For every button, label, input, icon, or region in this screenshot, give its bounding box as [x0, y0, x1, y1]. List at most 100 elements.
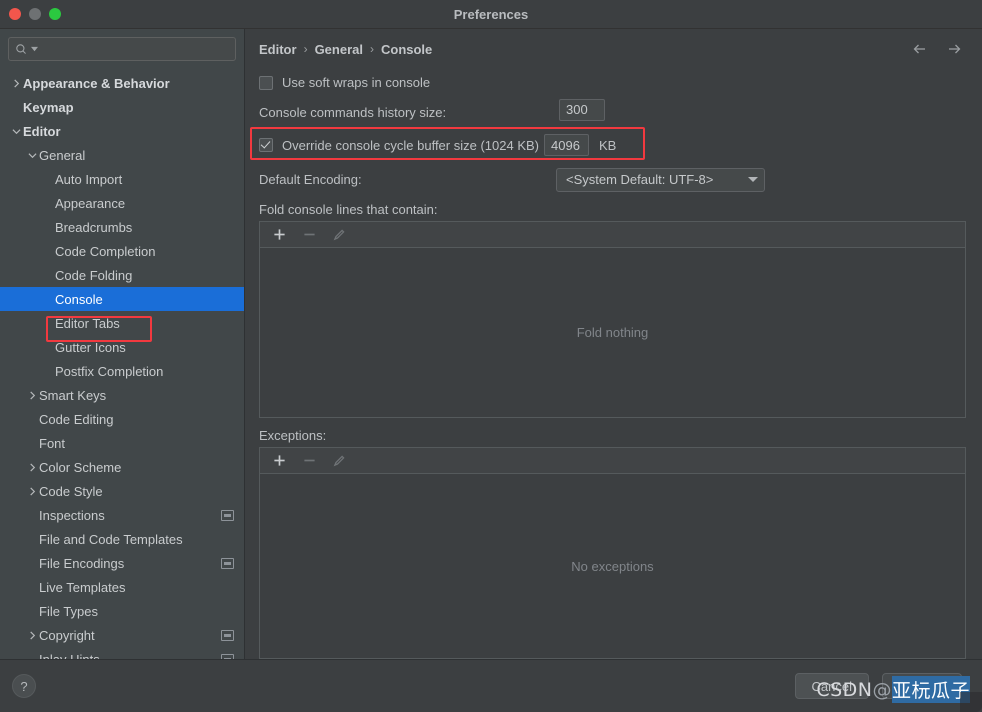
sidebar-item-label: Font: [39, 435, 66, 451]
back-arrow-icon[interactable]: [912, 41, 928, 57]
sidebar-item-file-encodings[interactable]: File Encodings: [0, 551, 244, 575]
override-buffer-input[interactable]: [544, 134, 589, 157]
fold-lines-toolbar: [260, 221, 965, 248]
breadcrumb-item-console[interactable]: Console: [381, 42, 432, 57]
sidebar-item-label: Editor Tabs: [55, 315, 120, 331]
breadcrumb-item-editor[interactable]: Editor: [259, 42, 297, 57]
sidebar-item-color-scheme[interactable]: Color Scheme: [0, 455, 244, 479]
plus-icon: [273, 229, 285, 240]
default-encoding-select[interactable]: <System Default: UTF-8>: [556, 167, 765, 192]
footer-buttons: Cancel OK: [794, 673, 962, 699]
sidebar-item-label: Color Scheme: [39, 459, 122, 475]
remove-fold-rule-button[interactable]: [302, 227, 316, 241]
sidebar-item-label: Copyright: [39, 627, 95, 643]
search-box[interactable]: [8, 37, 236, 61]
close-window-button[interactable]: [9, 8, 21, 20]
default-encoding-row: Default Encoding: <System Default: UTF-8…: [259, 167, 966, 192]
breadcrumb-item-general[interactable]: General: [315, 42, 363, 57]
chevron-right-icon[interactable]: [26, 630, 39, 640]
sidebar-item-file-and-code-templates[interactable]: File and Code Templates: [0, 527, 244, 551]
sidebar-item-live-templates[interactable]: Live Templates: [0, 575, 244, 599]
sidebar-item-keymap[interactable]: Keymap: [0, 95, 244, 119]
sidebar-item-breadcrumbs[interactable]: Breadcrumbs: [0, 215, 244, 239]
sidebar-item-label: Inspections: [39, 507, 105, 523]
sidebar-item-label: File and Code Templates: [39, 531, 183, 547]
override-buffer-checkbox[interactable]: [259, 138, 273, 153]
breadcrumb: Editor › General › Console: [259, 42, 432, 57]
search-dropdown-icon[interactable]: [31, 46, 38, 53]
minimize-window-button[interactable]: [29, 8, 41, 20]
sidebar-item-label: Postfix Completion: [55, 363, 164, 379]
title-bar: Preferences: [0, 0, 982, 29]
sidebar-item-postfix-completion[interactable]: Postfix Completion: [0, 359, 244, 383]
settings-tree[interactable]: Appearance & Behavior Keymap Editor General…: [0, 67, 244, 659]
exceptions-toolbar: [260, 448, 965, 475]
sidebar-item-label: Gutter Icons: [55, 339, 126, 355]
sidebar-item-label: File Types: [39, 603, 99, 619]
sidebar-item-general[interactable]: General: [0, 143, 244, 167]
preferences-window: Preferences Appearance & Behavior Keymap E…: [0, 0, 982, 712]
sidebar-item-code-folding[interactable]: Code Folding: [0, 263, 244, 287]
sidebar-item-inspections[interactable]: Inspections: [0, 503, 244, 527]
breadcrumb-row: Editor › General › Console: [259, 34, 966, 65]
sidebar-search-area: [0, 29, 244, 67]
sidebar-item-gutter-icons[interactable]: Gutter Icons: [0, 335, 244, 359]
sidebar-item-font[interactable]: Font: [0, 431, 244, 455]
chevron-down-icon[interactable]: [10, 127, 23, 136]
sidebar-item-copyright[interactable]: Copyright: [0, 623, 244, 647]
chevron-right-icon[interactable]: [26, 486, 39, 496]
sidebar-item-code-editing[interactable]: Code Editing: [0, 407, 244, 431]
sidebar-item-label: Editor: [23, 123, 61, 139]
settings-main-panel: Editor › General › Console Use soft wrap…: [245, 29, 982, 659]
sidebar-item-editor[interactable]: Editor: [0, 119, 244, 143]
forward-arrow-icon[interactable]: [946, 41, 962, 57]
sidebar-item-code-completion[interactable]: Code Completion: [0, 239, 244, 263]
sidebar-item-appearance-behavior[interactable]: Appearance & Behavior: [0, 71, 244, 95]
chevron-right-icon[interactable]: [26, 462, 39, 472]
chevron-right-icon[interactable]: [26, 390, 39, 400]
edit-exception-button[interactable]: [332, 454, 346, 468]
navigation-arrows: [912, 41, 966, 57]
window-controls: [0, 8, 61, 20]
sidebar-item-file-types[interactable]: File Types: [0, 599, 244, 623]
sidebar-item-console[interactable]: Console: [0, 287, 244, 311]
sidebar-item-auto-import[interactable]: Auto Import: [0, 167, 244, 191]
remove-exception-button[interactable]: [302, 454, 316, 468]
add-fold-rule-button[interactable]: [272, 227, 286, 241]
exceptions-panel: No exceptions: [259, 447, 966, 659]
window-corner: [960, 692, 982, 712]
chevron-right-icon[interactable]: [10, 78, 23, 88]
ok-button[interactable]: OK: [882, 673, 962, 699]
plus-icon: [273, 455, 285, 466]
sidebar-item-label: Appearance: [55, 195, 126, 211]
override-buffer-row[interactable]: Override console cycle buffer size (1024…: [250, 126, 966, 160]
zoom-window-button[interactable]: [49, 8, 61, 20]
search-icon: [16, 43, 26, 54]
sidebar-item-inlay-hints[interactable]: Inlay Hints: [0, 647, 244, 659]
window-title: Preferences: [453, 6, 529, 22]
soft-wraps-label: Use soft wraps in console: [282, 75, 431, 91]
exceptions-empty-text: No exceptions: [260, 474, 965, 658]
sidebar-item-smart-keys[interactable]: Smart Keys: [0, 383, 244, 407]
soft-wraps-row[interactable]: Use soft wraps in console: [259, 71, 966, 95]
breadcrumb-separator-icon: ›: [303, 42, 308, 57]
soft-wraps-checkbox[interactable]: [259, 75, 273, 90]
cancel-button[interactable]: Cancel: [794, 673, 869, 699]
history-size-input[interactable]: [559, 98, 605, 121]
edit-fold-rule-button[interactable]: [332, 227, 346, 241]
fold-lines-label: Fold console lines that contain:: [259, 201, 438, 217]
sidebar-item-code-style[interactable]: Code Style: [0, 479, 244, 503]
settings-sidebar: Appearance & Behavior Keymap Editor General…: [0, 29, 245, 659]
chevron-down-icon[interactable]: [26, 151, 39, 160]
chevron-down-icon: [748, 177, 758, 183]
pencil-icon: [333, 229, 345, 241]
search-input[interactable]: [41, 42, 229, 56]
exceptions-label: Exceptions:: [259, 428, 327, 444]
sidebar-item-editor-tabs[interactable]: Editor Tabs: [0, 311, 244, 335]
add-exception-button[interactable]: [272, 454, 286, 468]
dialog-body: Appearance & Behavior Keymap Editor General…: [0, 29, 982, 659]
help-button[interactable]: ?: [12, 674, 36, 698]
sidebar-item-label: Breadcrumbs: [55, 219, 133, 235]
sidebar-item-label: Code Style: [39, 483, 103, 499]
sidebar-item-appearance[interactable]: Appearance: [0, 191, 244, 215]
